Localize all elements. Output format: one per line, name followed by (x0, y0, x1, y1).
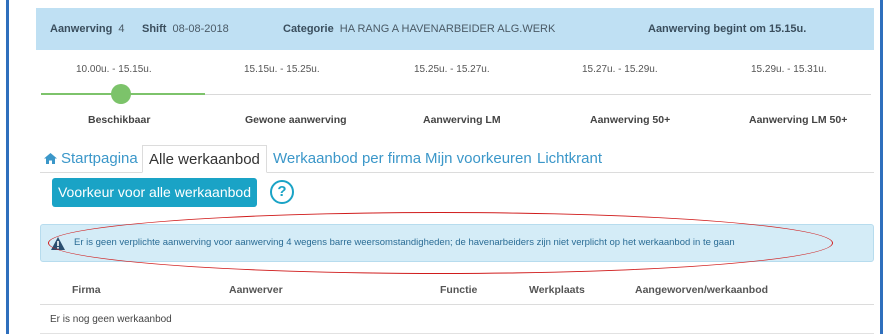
column-header: Aangeworven/werkaanbod (635, 284, 769, 296)
auction-timeline: 10.00u. - 15.15u. 15.15u. - 15.25u. 15.2… (36, 58, 874, 138)
timeline-current-marker (111, 84, 131, 104)
warning-icon (51, 237, 65, 250)
time-slot: 15.25u. - 15.27u. (414, 64, 490, 75)
tab-label: Alle werkaanbod (149, 151, 260, 168)
shift-label: Shift (142, 23, 167, 35)
help-icon[interactable]: ? (270, 180, 294, 204)
start-notice: Aanwerving begint om 15.15u. (648, 23, 807, 35)
tab-label: Startpagina (61, 150, 138, 167)
phase-label: Aanwerving LM (423, 114, 501, 126)
table-empty-row: Er is nog geen werkaanbod (40, 305, 874, 334)
preference-all-button[interactable]: Voorkeur voor alle werkaanbod (52, 178, 257, 207)
categorie-value: HA RANG A HAVENARBEIDER ALG.WERK (339, 23, 556, 35)
aanwerving-info: Aanwerving 4 (50, 23, 124, 35)
tab-label: Lichtkrant (537, 150, 603, 167)
column-header: Functie (440, 284, 478, 296)
tab-werkaanbod-per-firma[interactable]: Werkaanbod per firma (273, 145, 421, 173)
main-tabs: Startpagina Alle werkaanbod Werkaanbod p… (40, 145, 874, 173)
alert-message: Er is geen verplichte aanwerving voor aa… (74, 237, 735, 248)
column-header: Aanwerver (229, 284, 283, 296)
auction-info-bar: Aanwerving 4 Shift 08-08-2018 Categorie HA … (36, 8, 874, 50)
time-slot: 15.15u. - 15.25u. (244, 64, 320, 75)
phase-label: Aanwerving 50+ (590, 114, 671, 126)
tab-startpagina[interactable]: Startpagina (44, 145, 138, 173)
tab-label: Werkaanbod per firma (273, 150, 422, 167)
phase-label: Beschikbaar (88, 114, 151, 126)
time-slot: 15.27u. - 15.29u. (582, 64, 658, 75)
home-icon (44, 153, 57, 164)
aanwerving-value: 4 (118, 23, 125, 35)
tab-label: Mijn voorkeuren (425, 150, 532, 167)
weather-alert: Er is geen verplichte aanwerving voor aa… (40, 224, 874, 262)
time-slot: 15.29u. - 15.31u. (751, 64, 827, 75)
categorie-info: Categorie HA RANG A HAVENARBEIDER ALG.WER… (283, 23, 555, 35)
offers-table-header: Firma Aanwerver Functie Werkplaats Aange… (40, 277, 874, 305)
tab-lichtkrant[interactable]: Lichtkrant (537, 145, 602, 173)
shift-info: Shift 08-08-2018 (142, 23, 229, 35)
phase-label: Aanwerving LM 50+ (749, 114, 848, 126)
column-header: Firma (72, 284, 101, 296)
categorie-label: Categorie (283, 23, 334, 35)
aanwerving-label: Aanwerving (50, 23, 113, 35)
tab-mijn-voorkeuren[interactable]: Mijn voorkeuren (425, 145, 532, 173)
column-header: Werkplaats (529, 284, 585, 296)
time-slot: 10.00u. - 15.15u. (76, 64, 152, 75)
phase-label: Gewone aanwerving (245, 114, 347, 126)
shift-value: 08-08-2018 (172, 23, 229, 35)
tab-alle-werkaanbod[interactable]: Alle werkaanbod (142, 145, 267, 173)
